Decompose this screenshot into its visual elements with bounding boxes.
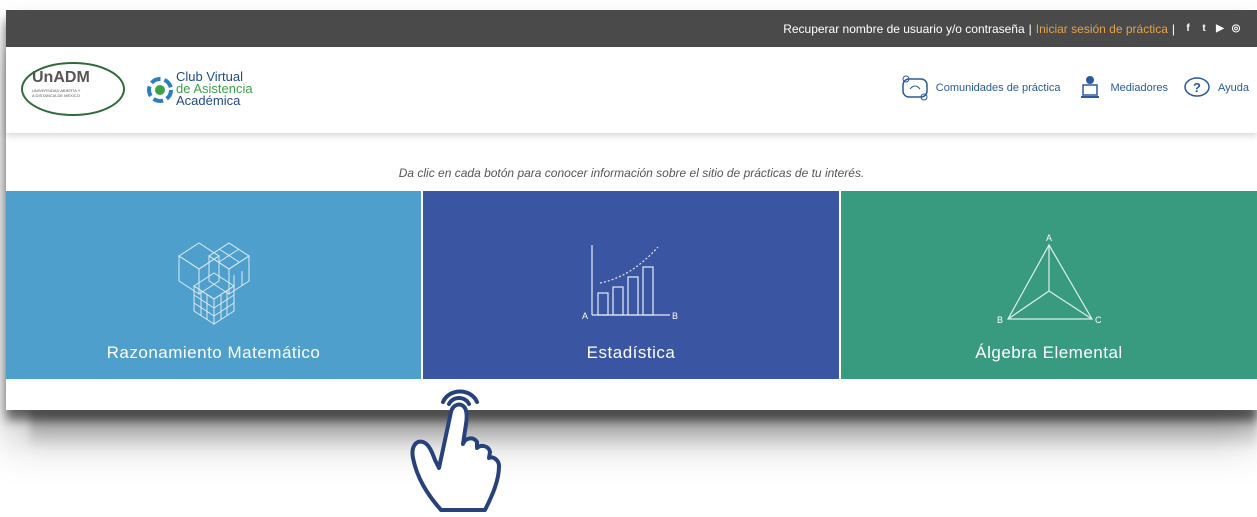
vertex-label-c: C: [1095, 315, 1102, 325]
community-icon: [902, 75, 928, 101]
website-frame: Recuperar nombre de usuario y/o contrase…: [6, 10, 1257, 410]
help-icon: ?: [1184, 77, 1210, 97]
twitter-icon[interactable]: t: [1199, 23, 1209, 34]
nav-label: Ayuda: [1218, 82, 1249, 94]
nav-mediadores[interactable]: Mediadores: [1075, 73, 1168, 103]
instagram-icon[interactable]: ◎: [1231, 23, 1241, 34]
axis-label-a: A: [582, 311, 588, 321]
practice-login-link[interactable]: Iniciar sesión de práctica: [1036, 22, 1168, 36]
vertex-label-a: A: [1046, 233, 1052, 243]
tile-label: Álgebra Elemental: [975, 343, 1123, 362]
tile-algebra-elemental[interactable]: A B C Álgebra Elemental: [841, 191, 1257, 379]
tile-razonamiento-matematico[interactable]: Razonamiento Matemático: [6, 191, 421, 379]
page-shadow: [30, 410, 1257, 450]
tile-label: Razonamiento Matemático: [106, 343, 321, 362]
unadm-logo[interactable]: UnADM UNIVERSIDAD ABIERTA Y A DISTANCIA …: [20, 60, 126, 118]
tile-estadistica[interactable]: A B Estadística: [423, 191, 839, 379]
separator: |: [1171, 21, 1175, 36]
nav-label: Mediadores: [1110, 82, 1168, 94]
site-header: UnADM UNIVERSIDAD ABIERTA Y A DISTANCIA …: [6, 47, 1257, 133]
top-bar: Recuperar nombre de usuario y/o contrase…: [6, 10, 1257, 47]
axis-label-b: B: [672, 311, 678, 321]
facebook-icon[interactable]: f: [1183, 23, 1193, 34]
unadm-logo-subtext: A DISTANCIA DE MÉXICO: [32, 93, 80, 98]
tile-label: Estadística: [586, 343, 676, 362]
club-swirl-icon: [147, 77, 173, 103]
triangle-pyramid-icon: A B C: [997, 233, 1102, 325]
nav-comunidades[interactable]: Comunidades de práctica: [900, 73, 1061, 103]
mediator-icon: [1080, 76, 1099, 98]
header-nav: Comunidades de práctica Mediadores ? Ayu…: [900, 73, 1249, 103]
bar-chart-icon: A B: [582, 245, 678, 321]
social-links: f t ▶ ◎: [1183, 23, 1241, 34]
cubes-icon: [177, 242, 250, 325]
nav-ayuda[interactable]: ? Ayuda: [1182, 73, 1249, 103]
nav-label: Comunidades de práctica: [935, 82, 1061, 94]
vertex-label-b: B: [997, 315, 1003, 325]
separator: |: [1028, 21, 1032, 36]
svg-text:?: ?: [1193, 80, 1201, 95]
club-logo-line3: Académica: [176, 93, 241, 108]
youtube-icon[interactable]: ▶: [1215, 23, 1225, 34]
club-virtual-logo[interactable]: Club Virtual de Asistencia Académica: [146, 69, 256, 113]
instruction-text: Da clic en cada botón para conocer infor…: [398, 166, 865, 180]
recover-credentials-link[interactable]: Recuperar nombre de usuario y/o contrase…: [783, 22, 1024, 36]
pointing-hand-icon: [410, 389, 501, 512]
unadm-logo-text: UnADM: [32, 69, 90, 86]
